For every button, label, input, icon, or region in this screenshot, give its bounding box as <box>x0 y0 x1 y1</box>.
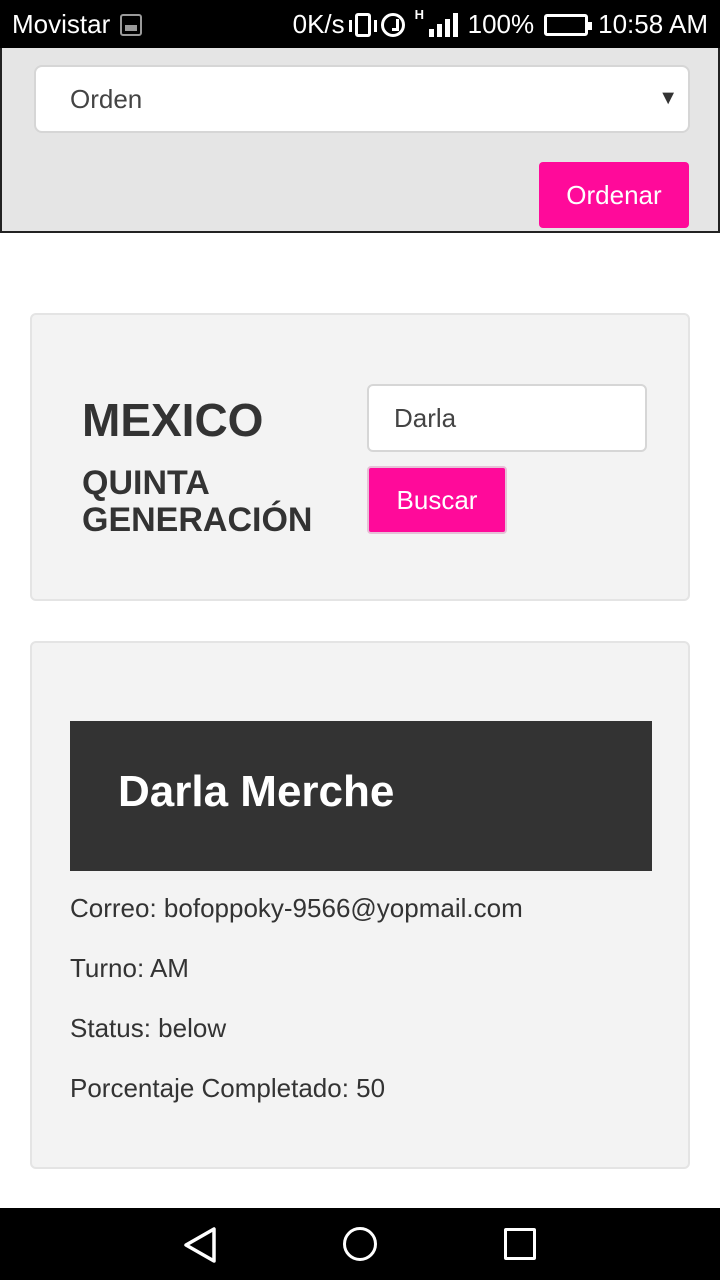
shift-text: Turno: AM <box>70 953 189 983</box>
order-panel: Orden ▼ Ordenar <box>0 48 720 233</box>
search-card: MEXICO QUINTA GENERACIÓN Buscar <box>30 313 690 601</box>
status-right: 0K/s H 100% 10:58 AM <box>292 7 708 40</box>
email-text: Correo: bofoppoky-9566@yopmail.com <box>70 893 523 923</box>
navigation-bar <box>0 1208 720 1280</box>
battery-percent: 100% <box>467 9 535 39</box>
country-title: MEXICO <box>82 394 264 446</box>
clock: 10:58 AM <box>598 9 708 39</box>
search-button[interactable]: Buscar <box>367 466 507 534</box>
home-icon[interactable] <box>343 1227 377 1261</box>
carrier-name: Movistar <box>12 9 111 39</box>
back-icon[interactable] <box>180 1226 220 1264</box>
battery-icon <box>544 13 593 36</box>
dropdown-arrow-icon: ▼ <box>658 87 678 109</box>
network-speed: 0K/s <box>292 9 345 39</box>
recent-apps-icon[interactable] <box>504 1228 536 1260</box>
status-bar: Movistar 0K/s H 100% 10:58 AM <box>0 0 720 48</box>
status-left: Movistar <box>12 9 143 40</box>
status-text: Status: below <box>70 1013 227 1043</box>
order-select-value: Orden <box>70 84 143 114</box>
signal-icon: H <box>415 7 458 37</box>
progress-text: Porcentaje Completado: 50 <box>70 1073 386 1103</box>
vibrate-icon <box>348 12 377 37</box>
image-notification-icon <box>120 13 143 36</box>
order-button[interactable]: Ordenar <box>539 162 689 228</box>
student-name-header: Darla Merche <box>70 721 652 871</box>
order-select[interactable]: Orden ▼ <box>34 65 690 133</box>
search-input[interactable] <box>367 384 647 452</box>
student-name: Darla Merche <box>118 767 395 816</box>
result-card: Darla Merche Correo: bofoppoky-9566@yopm… <box>30 641 690 1169</box>
generation-subtitle: QUINTA GENERACIÓN <box>82 464 313 539</box>
alarm-icon <box>380 12 405 37</box>
network-type: H <box>414 6 425 22</box>
